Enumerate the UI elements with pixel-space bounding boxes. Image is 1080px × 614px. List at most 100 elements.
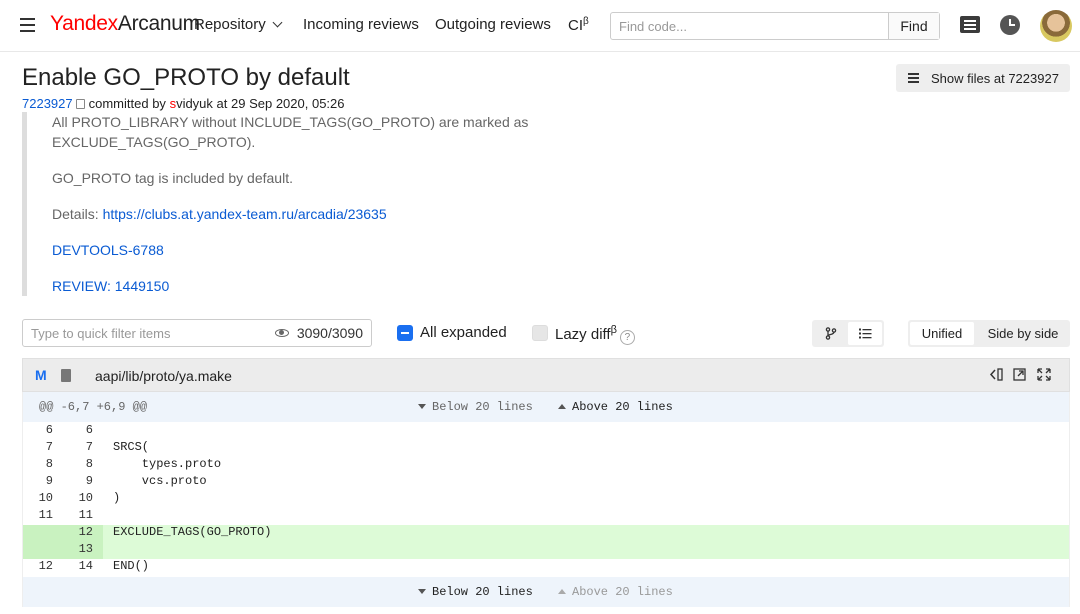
new-line-number[interactable]: 10: [63, 491, 93, 505]
new-line-number[interactable]: 8: [63, 457, 93, 471]
diff-line: 99 vcs.proto: [23, 474, 1069, 491]
new-line-number[interactable]: 13: [63, 542, 93, 556]
details-label: Details:: [52, 206, 103, 222]
code-text: ): [113, 491, 121, 505]
collapse-left-icon[interactable]: [989, 368, 1003, 381]
find-button[interactable]: Find: [888, 13, 939, 39]
file-header: M aapi/lib/proto/ya.make: [22, 358, 1070, 392]
logo-brand: Yandex: [50, 12, 118, 35]
copy-icon[interactable]: [75, 99, 85, 109]
side-by-side-button[interactable]: Side by side: [978, 322, 1068, 345]
diff-mode-switch: Unified Side by side: [908, 320, 1070, 347]
file-count: 3090/3090: [296, 325, 363, 341]
caret-up-icon: [558, 404, 566, 409]
open-external-icon[interactable]: [1013, 368, 1027, 381]
code-text: vcs.proto: [113, 474, 207, 488]
code-search-input[interactable]: [611, 13, 888, 39]
avatar[interactable]: [1040, 10, 1072, 42]
nav-ci-label: CI: [568, 17, 583, 34]
list-icon[interactable]: [960, 16, 980, 33]
code-text: types.proto: [113, 457, 222, 471]
commit-meta: 7223927 committed by svidyuk at 29 Sep 20…: [22, 96, 345, 111]
commit-date: at 29 Sep 2020, 05:26: [216, 96, 345, 111]
lazy-diff-text: Lazy diff: [555, 326, 611, 343]
nav-repository-label: Repository: [194, 16, 266, 33]
code-search: Find: [610, 12, 940, 40]
clock-icon[interactable]: [1000, 15, 1020, 35]
logo-product: Arcanum: [117, 12, 200, 35]
file-path[interactable]: aapi/lib/proto/ya.make: [95, 368, 232, 384]
old-line-number[interactable]: 10: [23, 491, 53, 505]
lazy-diff-checkbox[interactable]: [532, 325, 548, 341]
details-line: Details: https://clubs.at.yandex-team.ru…: [52, 204, 387, 224]
expand-above-button[interactable]: Above 20 lines: [558, 400, 673, 414]
menu-lines-icon: [908, 71, 919, 86]
unified-button[interactable]: Unified: [910, 322, 974, 345]
commit-hash-link[interactable]: 7223927: [22, 96, 73, 111]
branch-icon[interactable]: [814, 322, 848, 345]
file-code-icon: [61, 369, 71, 382]
above-label: Above 20 lines: [572, 400, 673, 414]
old-line-number[interactable]: 7: [23, 440, 53, 454]
all-expanded-checkbox[interactable]: [397, 325, 413, 341]
diff-line: 88 types.proto: [23, 457, 1069, 474]
diff-line-added: 12 EXCLUDE_TAGS(GO_PROTO): [23, 525, 1069, 542]
new-line-number[interactable]: 14: [63, 559, 93, 573]
nav-ci[interactable]: CIβ: [568, 16, 589, 34]
old-line-number[interactable]: 9: [23, 474, 53, 488]
hunk-header: @@ -6,7 +6,9 @@ Below 20 lines Above 20 …: [23, 392, 1069, 422]
message-line: EXCLUDE_TAGS(GO_PROTO).: [52, 134, 256, 150]
diff-line: 66: [23, 423, 1069, 440]
new-line-number[interactable]: 11: [63, 508, 93, 522]
expand-below-button[interactable]: Below 20 lines: [418, 585, 533, 599]
review-link[interactable]: REVIEW: 1449150: [52, 278, 169, 294]
nav-incoming-reviews[interactable]: Incoming reviews: [303, 16, 419, 33]
eye-icon: [274, 329, 289, 337]
all-expanded-label: All expanded: [420, 324, 507, 341]
diff-line: 7 7 SRCS(: [23, 440, 1069, 457]
show-files-label: Show files at 7223927: [931, 70, 1059, 86]
logo[interactable]: YandexArcanum: [50, 12, 200, 36]
page-title: Enable GO_PROTO by default: [22, 64, 350, 91]
expand-above-button[interactable]: Above 20 lines: [558, 585, 673, 599]
message-line: GO_PROTO tag is included by default.: [52, 170, 293, 186]
old-line-number[interactable]: 12: [23, 559, 53, 573]
caret-down-icon: [418, 589, 426, 594]
new-line-number[interactable]: 7: [63, 440, 93, 454]
diff-view: @@ -6,7 +6,9 @@ Below 20 lines Above 20 …: [22, 392, 1070, 607]
old-line-number[interactable]: 6: [23, 423, 53, 437]
below-label: Below 20 lines: [432, 585, 533, 599]
new-line-number[interactable]: 9: [63, 474, 93, 488]
caret-up-icon: [558, 589, 566, 594]
diff-line-added: 13: [23, 542, 1069, 559]
commit-message: All PROTO_LIBRARY without INCLUDE_TAGS(G…: [22, 112, 622, 296]
ticket-link[interactable]: DEVTOOLS-6788: [52, 242, 164, 258]
expand-icon[interactable]: [1037, 368, 1051, 381]
show-files-button[interactable]: Show files at 7223927: [896, 64, 1070, 92]
beta-badge: β: [610, 324, 617, 336]
list-view-icon[interactable]: [848, 322, 882, 345]
nav-repository[interactable]: Repository: [194, 16, 283, 33]
beta-badge: β: [583, 16, 589, 27]
diff-line: 12 14 END(): [23, 559, 1069, 576]
chevron-down-icon: [272, 17, 283, 28]
expand-below-button[interactable]: Below 20 lines: [418, 400, 533, 414]
code-text: EXCLUDE_TAGS(GO_PROTO): [113, 525, 272, 539]
help-icon[interactable]: ?: [619, 330, 635, 345]
code-text: SRCS(: [113, 440, 150, 454]
hunk-range: @@ -6,7 +6,9 @@: [39, 400, 148, 414]
above-label: Above 20 lines: [572, 585, 673, 599]
author-name[interactable]: vidyuk: [176, 96, 213, 111]
nav-outgoing-reviews[interactable]: Outgoing reviews: [435, 16, 551, 33]
hunk-footer: Below 20 lines Above 20 lines: [23, 577, 1069, 607]
old-line-number[interactable]: 8: [23, 457, 53, 471]
quick-filter: 3090/3090: [22, 319, 372, 347]
diff-line: 10 10): [23, 491, 1069, 508]
old-line-number[interactable]: 11: [23, 508, 53, 522]
quick-filter-input[interactable]: [23, 325, 275, 341]
details-link[interactable]: https://clubs.at.yandex-team.ru/arcadia/…: [103, 206, 387, 222]
lazy-diff-label: Lazy diffβ?: [555, 324, 635, 345]
menu-icon[interactable]: [20, 18, 35, 32]
new-line-number[interactable]: 6: [63, 423, 93, 437]
new-line-number[interactable]: 12: [63, 525, 93, 539]
